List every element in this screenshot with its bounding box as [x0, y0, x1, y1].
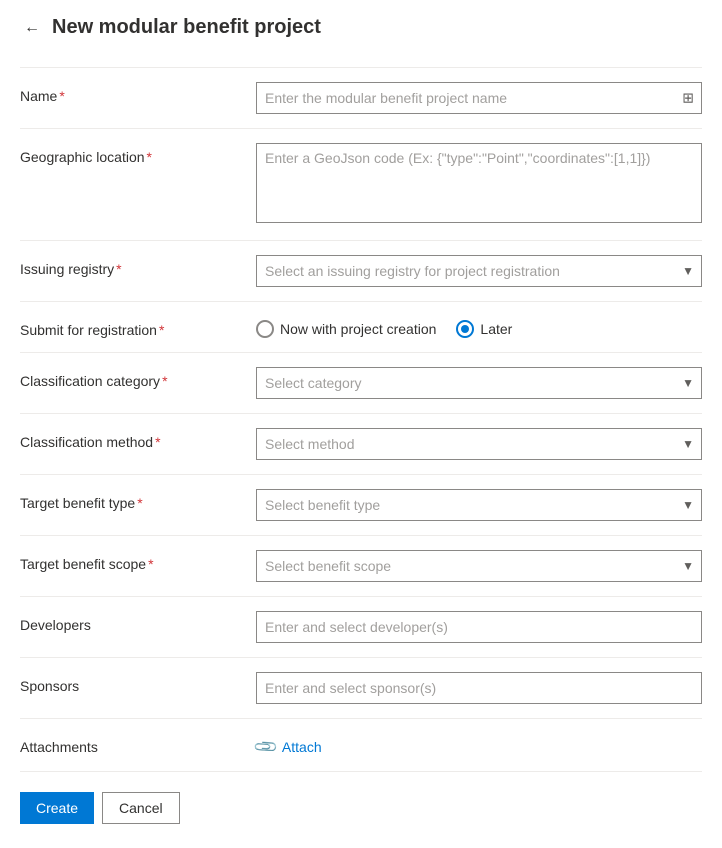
target-benefit-scope-label: Target benefit scope*: [20, 550, 240, 572]
attach-button[interactable]: 📎 Attach: [256, 733, 702, 757]
name-required: *: [59, 88, 64, 104]
target-benefit-type-select-wrapper: Select benefit type ▼: [256, 489, 702, 521]
expand-icon: ⊞: [682, 90, 694, 107]
geographic-location-label: Geographic location*: [20, 143, 240, 165]
target-benefit-type-label: Target benefit type*: [20, 489, 240, 511]
back-button[interactable]: ←: [20, 17, 44, 39]
method-required: *: [155, 434, 160, 450]
classification-category-field: Select category ▼: [256, 367, 702, 399]
sponsors-field: [256, 672, 702, 704]
name-label: Name*: [20, 82, 240, 104]
developers-input[interactable]: [256, 611, 702, 643]
classification-method-label: Classification method*: [20, 428, 240, 450]
issuing-registry-row: Issuing registry* Select an issuing regi…: [20, 241, 702, 302]
submit-radio-group: Now with project creation Later: [256, 316, 702, 338]
create-button[interactable]: Create: [20, 792, 94, 824]
developers-field: [256, 611, 702, 643]
issuing-registry-label: Issuing registry*: [20, 255, 240, 277]
target-benefit-scope-row: Target benefit scope* Select benefit sco…: [20, 536, 702, 597]
attachments-label: Attachments: [20, 733, 240, 755]
name-input[interactable]: [256, 82, 702, 114]
classification-method-row: Classification method* Select method ▼: [20, 414, 702, 475]
submit-registration-field: Now with project creation Later: [256, 316, 702, 338]
page-container: ← New modular benefit project Name* ⊞ Ge…: [0, 0, 722, 848]
issuing-registry-field: Select an issuing registry for project r…: [256, 255, 702, 287]
target-benefit-type-row: Target benefit type* Select benefit type…: [20, 475, 702, 536]
submit-now-option[interactable]: Now with project creation: [256, 320, 436, 338]
submit-registration-row: Submit for registration* Now with projec…: [20, 302, 702, 353]
back-icon: ←: [24, 19, 40, 37]
geographic-location-input[interactable]: [256, 143, 702, 223]
issuing-registry-select[interactable]: Select an issuing registry for project r…: [256, 255, 702, 287]
sponsors-input[interactable]: [256, 672, 702, 704]
sponsors-label: Sponsors: [20, 672, 240, 694]
submit-later-label: Later: [480, 321, 512, 337]
submit-now-label: Now with project creation: [280, 321, 436, 337]
category-required: *: [162, 373, 167, 389]
developers-row: Developers: [20, 597, 702, 658]
classification-method-select-wrapper: Select method ▼: [256, 428, 702, 460]
submit-required: *: [159, 322, 164, 338]
page-title: New modular benefit project: [52, 16, 321, 39]
sponsors-row: Sponsors: [20, 658, 702, 719]
form-section: Name* ⊞ Geographic location* Issuing reg…: [20, 67, 702, 772]
geographic-location-row: Geographic location*: [20, 129, 702, 241]
geo-required: *: [147, 149, 152, 165]
form-actions: Create Cancel: [20, 772, 702, 824]
benefit-type-required: *: [137, 495, 142, 511]
target-benefit-type-select[interactable]: Select benefit type: [256, 489, 702, 521]
geographic-location-field: [256, 143, 702, 226]
issuing-required: *: [116, 261, 121, 277]
attachments-row: Attachments 📎 Attach: [20, 719, 702, 772]
submit-later-option[interactable]: Later: [456, 320, 512, 338]
classification-category-row: Classification category* Select category…: [20, 353, 702, 414]
submit-now-radio[interactable]: [256, 320, 274, 338]
attachments-field: 📎 Attach: [256, 733, 702, 757]
submit-registration-label: Submit for registration*: [20, 316, 240, 338]
target-benefit-scope-select[interactable]: Select benefit scope: [256, 550, 702, 582]
page-header: ← New modular benefit project: [20, 16, 702, 43]
classification-category-select-wrapper: Select category ▼: [256, 367, 702, 399]
benefit-scope-required: *: [148, 556, 153, 572]
classification-method-select[interactable]: Select method: [256, 428, 702, 460]
name-field: ⊞: [256, 82, 702, 114]
submit-later-radio[interactable]: [456, 320, 474, 338]
cancel-button[interactable]: Cancel: [102, 792, 180, 824]
target-benefit-type-field: Select benefit type ▼: [256, 489, 702, 521]
attach-label: Attach: [282, 739, 322, 755]
issuing-registry-select-wrapper: Select an issuing registry for project r…: [256, 255, 702, 287]
developers-label: Developers: [20, 611, 240, 633]
classification-category-label: Classification category*: [20, 367, 240, 389]
name-row: Name* ⊞: [20, 68, 702, 129]
paperclip-icon: 📎: [252, 733, 280, 761]
classification-category-select[interactable]: Select category: [256, 367, 702, 399]
classification-method-field: Select method ▼: [256, 428, 702, 460]
name-input-wrapper: ⊞: [256, 82, 702, 114]
target-benefit-scope-select-wrapper: Select benefit scope ▼: [256, 550, 702, 582]
target-benefit-scope-field: Select benefit scope ▼: [256, 550, 702, 582]
